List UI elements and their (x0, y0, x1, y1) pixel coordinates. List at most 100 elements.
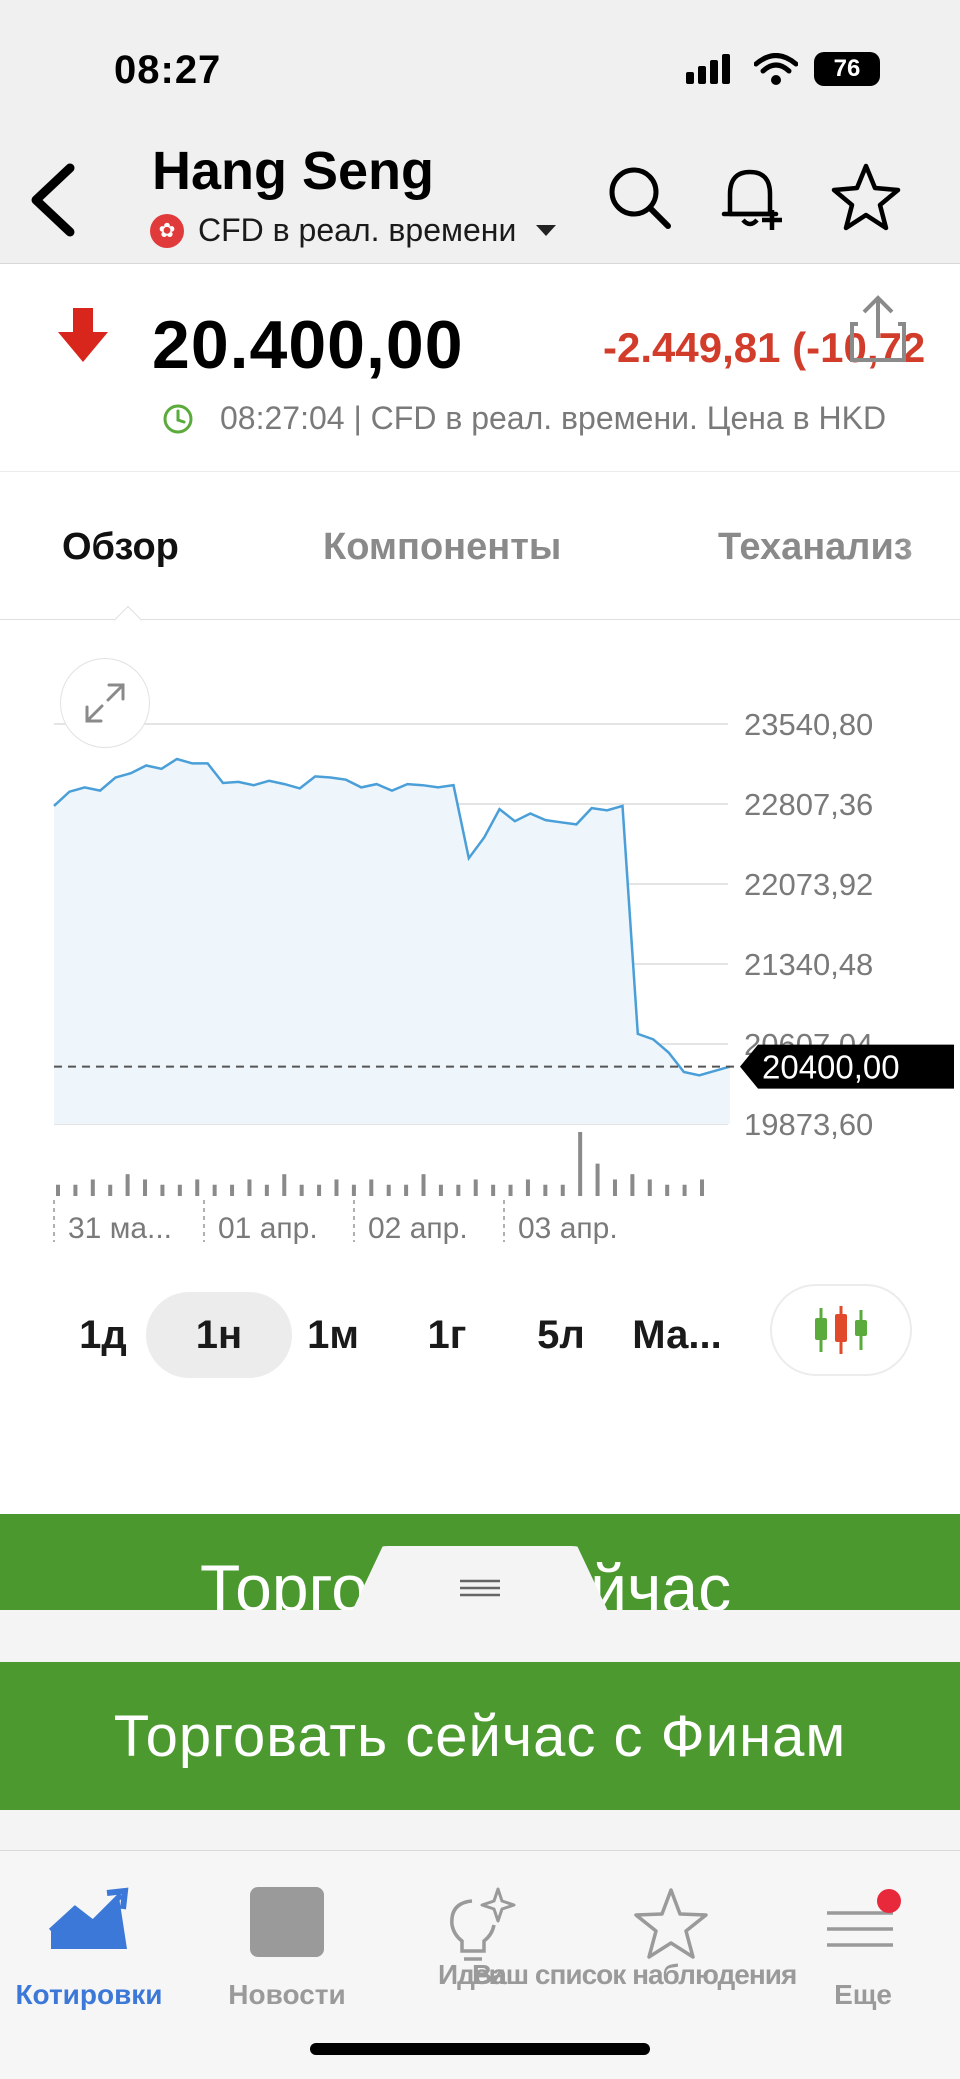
volume-bar (647, 1179, 652, 1196)
tab-components[interactable]: Компоненты (323, 526, 561, 569)
tab-technical-analysis[interactable]: Теханализ (718, 526, 913, 569)
volume-bar (317, 1184, 322, 1196)
volume-bar (491, 1184, 496, 1196)
volume-bar (578, 1132, 583, 1196)
volume-bar (525, 1179, 530, 1196)
instrument-type-selector[interactable]: ✿ CFD в реал. времени (150, 212, 557, 249)
expand-chart-button[interactable] (60, 658, 150, 748)
volume-bar (700, 1179, 704, 1196)
volume-bar (177, 1184, 182, 1196)
chart-area-fill (54, 759, 730, 1124)
trade-now-banner[interactable]: Торговать сейчас с Финам (0, 1662, 960, 1810)
chevron-down-icon (536, 225, 557, 236)
x-tick-label: 31 ма... (68, 1212, 172, 1245)
volume-bar (595, 1163, 600, 1196)
tabbar-item-more[interactable]: Еще (768, 1871, 958, 2011)
y-tick-label: 19873,60 (744, 1107, 873, 1142)
volume-bar (351, 1184, 356, 1196)
cellular-signal-icon (686, 54, 730, 84)
volume-bar (543, 1184, 548, 1196)
wifi-icon (754, 53, 798, 85)
share-icon[interactable] (848, 294, 908, 364)
volume-bar (90, 1179, 95, 1196)
volume-bar (665, 1184, 670, 1196)
period-5y[interactable]: 5л (516, 1292, 606, 1378)
candlestick-icon (815, 1306, 867, 1354)
volume-bar (560, 1184, 565, 1196)
price-meta: 08:27:04 | CFD в реал. времени. Цена в H… (162, 400, 886, 437)
notification-badge (877, 1889, 901, 1913)
x-tick-label: 02 апр. (368, 1212, 468, 1245)
volume-bar (421, 1174, 426, 1196)
x-tick-label: 03 апр. (518, 1212, 618, 1245)
period-1m[interactable]: 1м (288, 1292, 378, 1378)
status-time: 08:27 (114, 48, 222, 92)
tabs-fade-overlay (900, 472, 960, 618)
volume-bar (230, 1184, 235, 1196)
page-title: Hang Seng (152, 141, 435, 201)
last-price-tag: 20400,00 (740, 1044, 954, 1089)
volume-bar (369, 1179, 374, 1196)
clock-icon (163, 404, 193, 433)
y-tick-label: 22807,36 (744, 787, 873, 822)
nav-header: Hang Seng ✿ CFD в реал. времени (0, 130, 960, 264)
volume-bar (630, 1174, 635, 1196)
lightbulb-icon (450, 1887, 516, 1961)
price-meta-text: 08:27:04 | CFD в реал. времени. Цена в H… (220, 400, 887, 436)
volume-bar (438, 1184, 443, 1196)
status-bar: 08:27 76 (0, 0, 960, 130)
instrument-type-label: CFD в реал. времени (198, 212, 517, 248)
last-price-tag-label: 20400,00 (762, 1049, 900, 1086)
news-icon (250, 1887, 324, 1957)
chart-type-button[interactable] (770, 1284, 912, 1376)
volume-bar (334, 1179, 339, 1196)
section-tabs: Обзор Компоненты Теханализ (0, 472, 960, 620)
banner-spacer (0, 1810, 960, 1850)
volume-bar (143, 1179, 148, 1196)
volume-bar (247, 1179, 252, 1196)
star-icon[interactable] (826, 158, 906, 238)
tab-overview[interactable]: Обзор (62, 526, 179, 569)
trade-now-banner-label: Торговать сейчас с Финам (113, 1703, 847, 1769)
period-1y[interactable]: 1г (402, 1292, 492, 1378)
home-indicator (310, 2043, 650, 2055)
y-tick-label: 22073,92 (744, 867, 873, 902)
volume-bar (682, 1184, 687, 1196)
volume-bar (612, 1179, 617, 1196)
volume-bar (456, 1184, 461, 1196)
volume-bar (282, 1174, 287, 1196)
status-icons: 76 (686, 52, 880, 86)
volume-bar (264, 1184, 269, 1196)
period-max[interactable]: Ма... (614, 1292, 740, 1378)
volume-bar (508, 1184, 513, 1196)
period-selector: 1д 1н 1м 1г 5л Ма... (0, 1270, 960, 1380)
volume-bar (195, 1179, 200, 1196)
tabbar-label-more: Еще (834, 1979, 892, 2010)
volume-bar (386, 1184, 391, 1196)
volume-bar (299, 1184, 304, 1196)
back-icon[interactable] (22, 160, 82, 240)
price-panel: 20.400,00 -2.449,81 (-10,72 08:27:04 | C… (0, 264, 960, 472)
volume-bar (160, 1184, 165, 1196)
expand-icon (85, 683, 125, 723)
tabbar-item-news[interactable]: Новости (192, 1871, 382, 2011)
drag-handle-icon[interactable] (460, 1578, 500, 1598)
volume-bar (212, 1184, 217, 1196)
hong-kong-flag-icon: ✿ (150, 213, 184, 248)
star-outline-icon (634, 1888, 708, 1959)
y-tick-label: 21340,48 (744, 947, 873, 982)
volume-bar (125, 1174, 130, 1196)
tabbar-label-watchlist[interactable]: Ваш список наблюдения (472, 1959, 797, 1991)
price-down-arrow-icon (58, 308, 108, 362)
menu-icon (827, 1889, 901, 1947)
tabbar-item-quotes[interactable]: Котировки (0, 1871, 184, 2011)
period-1w[interactable]: 1н (146, 1292, 292, 1378)
volume-bar (473, 1179, 478, 1196)
tabbar-label-quotes: Котировки (15, 1979, 163, 2010)
bell-plus-icon[interactable] (712, 158, 792, 238)
search-icon[interactable] (600, 158, 680, 238)
tabbar-label-news: Новости (228, 1979, 346, 2010)
chart-trend-icon (49, 1887, 129, 1949)
volume-bar (108, 1184, 113, 1196)
period-1d[interactable]: 1д (58, 1292, 148, 1378)
